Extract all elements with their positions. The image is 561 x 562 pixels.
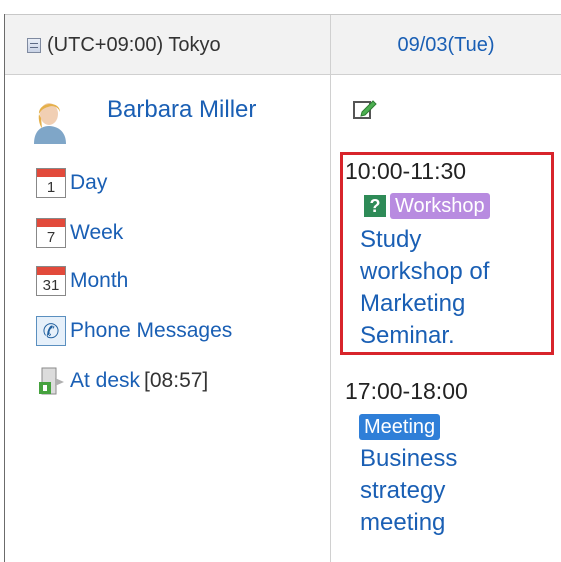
menu-item-week-label: Week [70, 221, 124, 244]
menu-item-phone-messages[interactable]: ✆ Phone Messages [36, 316, 232, 346]
event-tag-meeting: Meeting [359, 414, 441, 440]
user-name-link[interactable]: Barbara Miller [107, 96, 256, 124]
event-title-link[interactable]: Business strategy meeting [360, 443, 540, 539]
event-tag-workshop: Workshop [390, 193, 490, 219]
column-divider [330, 15, 331, 562]
calendar-week-icon: 7 [36, 218, 66, 248]
avatar [28, 96, 70, 144]
timezone-icon [27, 38, 41, 53]
status-at-desk: At desk [08:57] [36, 366, 208, 396]
menu-item-day-label: Day [70, 171, 108, 194]
date-link[interactable]: 09/03(Tue) [331, 34, 561, 57]
menu-item-phone-messages-label: Phone Messages [70, 319, 233, 342]
menu-item-month-label: Month [70, 269, 129, 292]
timezone-label: (UTC+09:00) Tokyo [27, 34, 221, 57]
left-border [4, 14, 5, 562]
event-tags: Meeting [359, 414, 441, 440]
edit-icon[interactable] [352, 96, 378, 122]
menu-item-month[interactable]: 31 Month [36, 266, 128, 296]
menu-item-week[interactable]: 7 Week [36, 218, 123, 248]
event-time: 17:00-18:00 [345, 378, 468, 404]
event-title-link[interactable]: Study workshop of Marketing Seminar. [360, 224, 540, 352]
event-time: 10:00-11:30 [345, 158, 467, 184]
calendar-day-icon: 1 [36, 168, 66, 198]
schedule-panel: (UTC+09:00) Tokyo 09/03(Tue) Barbara Mil… [0, 0, 561, 562]
at-desk-time: [08:57] [144, 369, 209, 392]
at-desk-icon [39, 367, 64, 395]
question-icon: ? [364, 195, 386, 217]
menu-item-day[interactable]: 1 Day [36, 168, 107, 198]
event-tags: ? Workshop [364, 193, 490, 219]
calendar-month-icon: 31 [36, 266, 66, 296]
timezone-text: (UTC+09:00) Tokyo [47, 34, 221, 56]
phone-icon: ✆ [36, 316, 66, 346]
at-desk-link[interactable]: At desk [70, 369, 140, 393]
